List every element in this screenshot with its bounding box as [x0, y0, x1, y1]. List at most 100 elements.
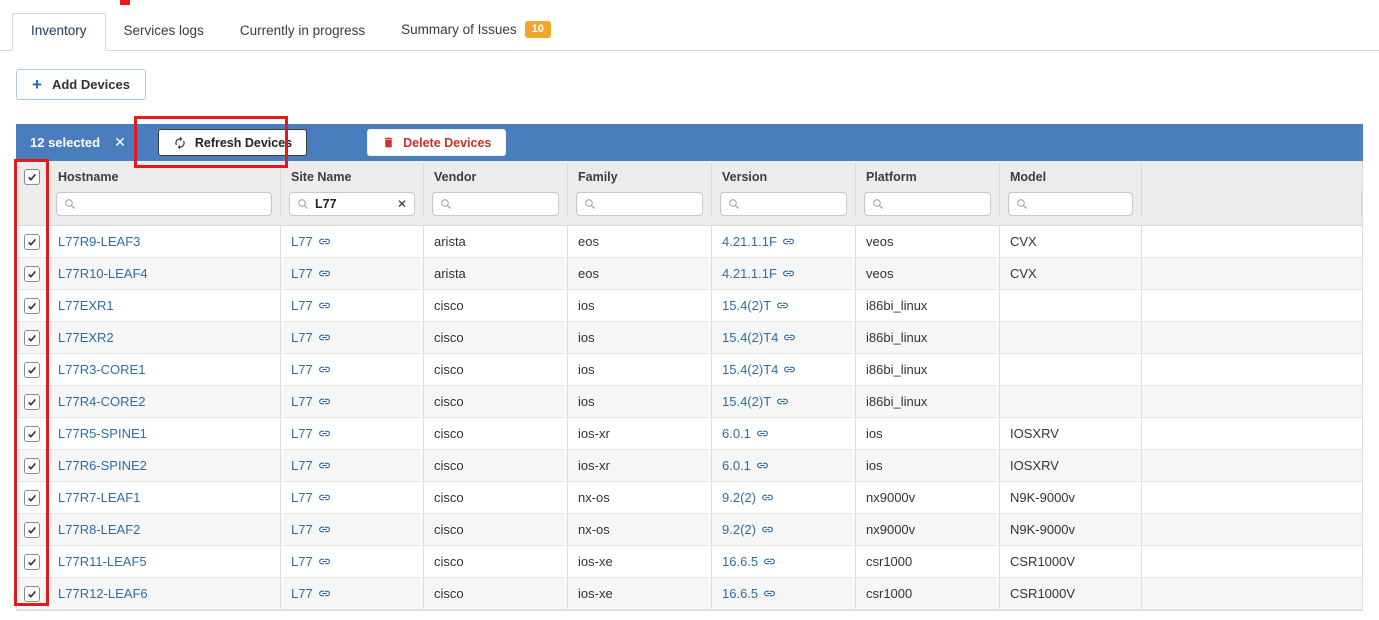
delete-devices-button[interactable]: Delete Devices — [367, 129, 506, 156]
version-link[interactable]: 15.4(2)T4 — [722, 362, 796, 377]
column-header-vendor[interactable]: Vendor — [424, 163, 568, 191]
hostname-link[interactable]: L77EXR1 — [58, 298, 114, 313]
version-filter-input[interactable] — [746, 197, 839, 211]
site-link[interactable]: L77 — [291, 458, 331, 473]
site-link[interactable]: L77 — [291, 362, 331, 377]
delete-devices-label: Delete Devices — [403, 136, 491, 150]
column-header-hostname[interactable]: Hostname — [48, 163, 281, 191]
version-label: 6.0.1 — [722, 426, 751, 441]
refresh-devices-button[interactable]: Refresh Devices — [158, 129, 307, 156]
site-link[interactable]: L77 — [291, 394, 331, 409]
site-link[interactable]: L77 — [291, 330, 331, 345]
hostname-link[interactable]: L77R9-LEAF3 — [58, 234, 140, 249]
family-filter-cell — [568, 191, 712, 217]
vendor-filter-cell — [424, 191, 568, 217]
family-cell: ios — [568, 386, 712, 417]
column-header-family[interactable]: Family — [568, 163, 712, 191]
model-cell: IOSXRV — [1000, 418, 1142, 449]
tab-inventory[interactable]: Inventory — [12, 13, 106, 51]
tab-summary-of-issues[interactable]: Summary of Issues 10 — [383, 12, 569, 50]
tab-services-logs[interactable]: Services logs — [106, 14, 222, 50]
row-checkbox[interactable] — [24, 522, 40, 538]
row-checkbox[interactable] — [24, 330, 40, 346]
row-checkbox[interactable] — [24, 490, 40, 506]
vendor-cell: cisco — [424, 514, 568, 545]
model-filter-input[interactable] — [1034, 197, 1125, 211]
row-checkbox[interactable] — [24, 458, 40, 474]
column-header-platform[interactable]: Platform — [856, 163, 1000, 191]
platform-filter-input[interactable] — [890, 197, 983, 211]
table-row: L77R12-LEAF6 L77 cisco ios-xe 16.6.5 csr… — [17, 578, 1362, 610]
hostname-link[interactable]: L77R10-LEAF4 — [58, 266, 148, 281]
hostname-filter-input[interactable] — [82, 197, 264, 211]
clear-selection-icon[interactable]: ✕ — [114, 134, 126, 151]
version-link[interactable]: 6.0.1 — [722, 426, 769, 441]
row-checkbox[interactable] — [24, 426, 40, 442]
site-link[interactable]: L77 — [291, 490, 331, 505]
column-header-model[interactable]: Model — [1000, 163, 1142, 191]
clear-filter-icon[interactable]: ✕ — [397, 197, 407, 211]
row-checkbox[interactable] — [24, 394, 40, 410]
column-header-site-name[interactable]: Site Name — [281, 163, 424, 191]
tab-currently-in-progress[interactable]: Currently in progress — [222, 14, 383, 50]
version-link[interactable]: 15.4(2)T — [722, 394, 789, 409]
version-link[interactable]: 4.21.1.1F — [722, 266, 795, 281]
hostname-link[interactable]: L77EXR2 — [58, 330, 114, 345]
row-checkbox[interactable] — [24, 586, 40, 602]
filter-row: ✕ — [17, 191, 1362, 225]
version-link[interactable]: 16.6.5 — [722, 586, 776, 601]
version-link[interactable]: 15.4(2)T — [722, 298, 789, 313]
checkbox-cell — [17, 386, 48, 417]
site-name-filter-input[interactable] — [315, 197, 391, 211]
hostname-link[interactable]: L77R6-SPINE2 — [58, 458, 147, 473]
model-cell — [1000, 386, 1142, 417]
version-link[interactable]: 4.21.1.1F — [722, 234, 795, 249]
select-all-checkbox[interactable] — [24, 169, 40, 185]
family-filter-input[interactable] — [602, 197, 695, 211]
site-link[interactable]: L77 — [291, 522, 331, 537]
vendor-filter-input[interactable] — [458, 197, 551, 211]
row-checkbox[interactable] — [24, 234, 40, 250]
site-name-cell: L77 — [281, 578, 424, 609]
version-link[interactable]: 9.2(2) — [722, 490, 774, 505]
site-link[interactable]: L77 — [291, 426, 331, 441]
version-cell: 15.4(2)T4 — [712, 322, 856, 353]
column-header-version[interactable]: Version — [712, 163, 856, 191]
hostname-link[interactable]: L77R4-CORE2 — [58, 394, 145, 409]
check-icon — [26, 460, 38, 472]
link-icon — [318, 587, 331, 600]
site-link[interactable]: L77 — [291, 554, 331, 569]
hostname-link[interactable]: L77R3-CORE1 — [58, 362, 145, 377]
site-link[interactable]: L77 — [291, 586, 331, 601]
version-link[interactable]: 16.6.5 — [722, 554, 776, 569]
hostname-link[interactable]: L77R8-LEAF2 — [58, 522, 140, 537]
row-checkbox[interactable] — [24, 554, 40, 570]
hostname-link[interactable]: L77R5-SPINE1 — [58, 426, 147, 441]
model-cell: N9K-9000v — [1000, 514, 1142, 545]
row-checkbox[interactable] — [24, 362, 40, 378]
site-link[interactable]: L77 — [291, 266, 331, 281]
hostname-link[interactable]: L77R7-LEAF1 — [58, 490, 140, 505]
hostname-cell: L77R3-CORE1 — [48, 354, 281, 385]
site-label: L77 — [291, 490, 313, 505]
row-checkbox[interactable] — [24, 266, 40, 282]
site-link[interactable]: L77 — [291, 298, 331, 313]
add-devices-button[interactable]: + Add Devices — [16, 69, 146, 100]
version-link[interactable]: 6.0.1 — [722, 458, 769, 473]
table-row: L77EXR2 L77 cisco ios 15.4(2)T4 i86bi_li… — [17, 322, 1362, 354]
version-link[interactable]: 9.2(2) — [722, 522, 774, 537]
vendor-cell: cisco — [424, 482, 568, 513]
platform-cell: i86bi_linux — [856, 322, 1000, 353]
platform-cell: csr1000 — [856, 546, 1000, 577]
platform-cell: veos — [856, 258, 1000, 289]
vendor-cell: cisco — [424, 418, 568, 449]
site-link[interactable]: L77 — [291, 234, 331, 249]
hostname-link[interactable]: L77R11-LEAF5 — [58, 554, 147, 569]
version-link[interactable]: 15.4(2)T4 — [722, 330, 796, 345]
hostname-link[interactable]: L77R12-LEAF6 — [58, 586, 148, 601]
site-label: L77 — [291, 586, 313, 601]
add-devices-label: Add Devices — [52, 77, 130, 92]
row-checkbox[interactable] — [24, 298, 40, 314]
check-icon — [26, 332, 38, 344]
refresh-devices-label: Refresh Devices — [195, 136, 292, 150]
